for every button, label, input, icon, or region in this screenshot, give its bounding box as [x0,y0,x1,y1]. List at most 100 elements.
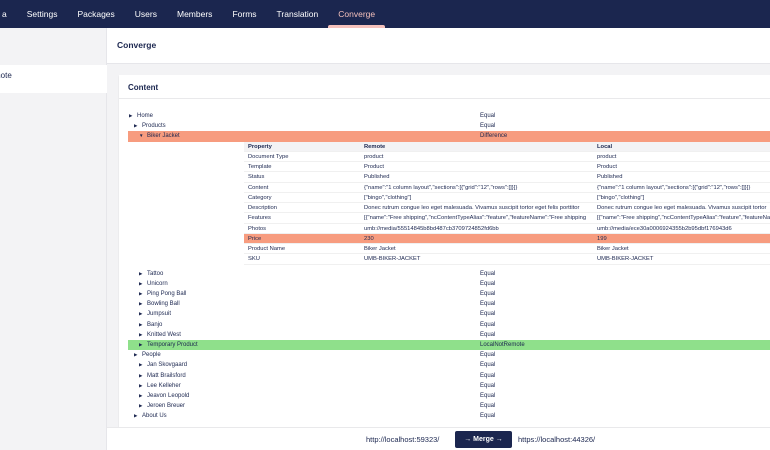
tree-row[interactable]: ▶ Jan Skovgaard Equal [128,360,770,370]
property-row: Description Donec rutrum congue leo eget … [244,203,770,214]
expand-arrow-icon[interactable]: ▶ [139,381,142,391]
tree-row-name: Jan Skovgaard [147,362,188,369]
tree-row-status: Equal [480,382,496,389]
expand-arrow-icon[interactable]: ▶ [139,401,142,411]
tree-row-status: Equal [480,403,496,410]
tree-row[interactable]: ▶ Jeavon Leopold Equal [128,391,770,401]
property-property-cell: Template [248,164,272,171]
nav-item-settings[interactable]: Settings [17,0,68,28]
top-navigation: a Settings Packages Users Members Forms … [0,0,770,28]
tree-row[interactable]: ▶ Jumpsuit Equal [128,309,770,319]
property-remote-cell: Published [364,174,390,181]
nav-item-forms[interactable]: Forms [222,0,266,28]
nav-item-packages[interactable]: Packages [67,0,124,28]
property-property-cell: Price [248,235,262,242]
expand-arrow-icon[interactable]: ▼ [139,131,143,141]
property-property-cell: SKU [248,256,260,263]
nav-item-media[interactable]: a [0,0,17,28]
tree-row-name: Jumpsuit [147,311,172,318]
tree-row[interactable]: ▶ Temporary Product LocalNotRemote [128,340,770,351]
merge-button[interactable]: → Merge → [455,431,512,448]
column-header-property: Property [248,143,272,150]
property-row: Photos umb://media/55514845b8bd487cb37097… [244,224,770,234]
tree-row[interactable]: ▶ About Us Equal [119,411,770,421]
tree-row[interactable]: ▶ Home Equal [119,111,770,121]
page-title: Converge [117,40,157,50]
property-local-cell: [{"name":"Free shipping","ncContentTypeA… [597,215,770,222]
tree-row-status: Equal [480,372,496,379]
tree-row-status: Equal [480,331,496,338]
property-row: SKU UMB-BIKER-JACKET UMB-BIKER-JACKET [244,254,770,265]
property-local-cell: UMB-BIKER-JACKET [597,256,654,263]
tree-row-name: Bowling Ball [147,301,180,308]
tree-row[interactable]: ▶ Tattoo Equal [128,269,770,279]
expand-arrow-icon[interactable]: ▶ [139,391,142,401]
expand-arrow-icon[interactable]: ▶ [129,111,132,121]
expand-arrow-icon[interactable]: ▶ [134,411,137,421]
expand-arrow-icon[interactable]: ▶ [139,309,142,319]
tree-row[interactable]: ▶ Bowling Ball Equal [128,299,770,309]
sidebar: mote [0,28,107,450]
expand-arrow-icon[interactable]: ▶ [139,330,142,340]
property-local-cell: Biker Jacket [597,246,629,253]
tree-row[interactable]: ▶ Banjo Equal [128,320,770,330]
tree-row-name: Tattoo [147,270,164,277]
tree-row-status: Equal [480,291,496,297]
page-header: Converge [107,28,770,64]
tree-row-status: Equal [480,393,496,399]
content-panel: Content ▶ Home Equal ▶ Products Equal ▼ Biker J… [119,75,770,450]
tree-row-name: Jeroen Breuer [147,403,186,410]
tree-row[interactable]: ▶ Products Equal [119,121,770,131]
property-remote-cell: [{"name":"Free shipping","ncContentTypeA… [364,215,587,222]
property-remote-cell: 230 [364,235,374,242]
expand-arrow-icon[interactable]: ▶ [139,360,142,370]
expand-arrow-icon[interactable]: ▶ [139,299,142,309]
expand-arrow-icon[interactable]: ▶ [139,269,142,279]
expand-arrow-icon[interactable]: ▶ [139,279,142,289]
property-local-cell: Published [597,174,623,181]
tree-row-name: About Us [142,413,167,420]
property-row: Status Published Published [244,172,770,183]
tree-row[interactable]: ▶ Knitted West Equal [128,330,770,340]
property-property-cell: Status [248,174,265,181]
sidebar-item-remote[interactable]: mote [0,65,107,93]
tree-row[interactable]: ▶ Unicorn Equal [128,279,770,289]
tree-row-status: Equal [480,413,496,420]
property-row: Product Name Biker Jacket Biker Jacket [244,244,770,255]
tree-row[interactable]: ▶ Ping Pong Ball Equal [128,289,770,299]
property-property-cell: Content [248,184,269,191]
nav-item-members[interactable]: Members [167,0,222,28]
tree-row-status: Equal [480,270,496,277]
tree-row[interactable]: ▼ Biker Jacket Difference [128,131,770,142]
nav-item-translation[interactable]: Translation [267,0,329,28]
property-row: Price 230 199 [244,233,770,245]
tree-row-status: Equal [480,280,496,287]
tree-row[interactable]: ▶ Jeroen Breuer Equal [128,401,770,411]
tree-row-name: Lee Kelleher [147,382,181,389]
expand-arrow-icon[interactable]: ▶ [139,340,142,350]
tree-row-status: Difference [480,133,508,140]
tree-row-status: Equal [480,123,496,130]
tree-row-name: Ping Pong Ball [147,291,187,297]
property-remote-cell: UMB-BIKER-JACKET [364,256,421,263]
remote-url: http://localhost:59323/ [366,435,440,444]
tree-row-status: Equal [480,113,496,119]
nav-item-users[interactable]: Users [125,0,167,28]
expand-arrow-icon[interactable]: ▶ [134,350,137,360]
expand-arrow-icon[interactable]: ▶ [134,121,137,131]
nav-item-converge[interactable]: Converge [328,0,385,28]
expand-arrow-icon[interactable]: ▶ [139,320,142,330]
merge-footer: http://localhost:59323/ → Merge → https:… [107,427,770,450]
expand-arrow-icon[interactable]: ▶ [139,371,142,381]
sidebar-item-label: mote [0,71,12,80]
tree-row[interactable]: ▶ Lee Kelleher Equal [128,381,770,391]
tree-row-name: Banjo [147,321,163,328]
expand-arrow-icon[interactable]: ▶ [139,289,142,299]
property-table-header: Property Remote Local [244,141,770,152]
tree-row[interactable]: ▶ Matt Brailsford Equal [128,371,770,381]
tree-row[interactable]: ▶ People Equal [119,350,770,360]
property-remote-cell: ["bingo","clothing"] [364,194,412,201]
content-panel-header: Content [119,75,770,99]
property-remote-cell: Product [364,164,384,171]
tree-row-status: Equal [480,301,496,308]
